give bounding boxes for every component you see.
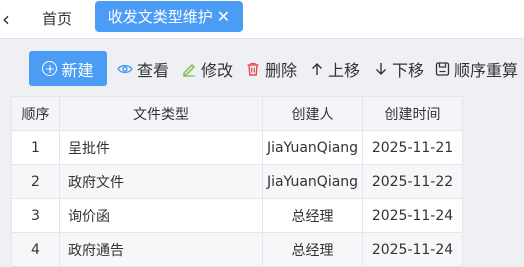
tab-document-type-maintenance[interactable]: 收发文类型维护 ✕ bbox=[95, 1, 243, 32]
table-header-row: 顺序 文件类型 创建人 创建时间 bbox=[11, 96, 463, 131]
tab-home[interactable]: 首页 bbox=[28, 3, 86, 33]
new-button-label: 新建 bbox=[61, 60, 94, 80]
cell-file-type: 呈批件 bbox=[59, 130, 263, 165]
header-order[interactable]: 顺序 bbox=[11, 96, 60, 131]
header-created-time[interactable]: 创建时间 bbox=[362, 96, 463, 131]
cell-order: 4 bbox=[11, 232, 60, 267]
cell-file-type: 政府文件 bbox=[59, 164, 263, 199]
view-button-label: 查看 bbox=[137, 60, 170, 80]
arrow-up-icon bbox=[312, 62, 322, 75]
toolbar: + 新建 查看 修改 删除 上移 下移 顺序重算 bbox=[0, 51, 524, 87]
view-button[interactable]: 查看 bbox=[117, 51, 169, 86]
cell-file-type: 询价函 bbox=[59, 198, 263, 233]
close-icon[interactable]: ✕ bbox=[217, 8, 230, 25]
cell-created-time: 2025-11-21 bbox=[362, 130, 463, 165]
plus-circle-icon: + bbox=[42, 61, 58, 76]
tab-bar: ‹ 首页 收发文类型维护 ✕ bbox=[0, 0, 524, 39]
save-box-icon bbox=[435, 61, 450, 76]
eye-icon bbox=[117, 64, 133, 73]
edit-button[interactable]: 修改 bbox=[181, 51, 233, 86]
move-down-button[interactable]: 下移 bbox=[374, 51, 424, 86]
cell-created-time: 2025-11-24 bbox=[362, 232, 463, 267]
cell-created-time: 2025-11-22 bbox=[362, 164, 463, 199]
cell-order: 2 bbox=[11, 164, 60, 199]
cell-creator: 总经理 bbox=[262, 198, 363, 233]
cell-creator: JiaYuanQiang bbox=[262, 164, 363, 199]
cell-order: 3 bbox=[11, 198, 60, 233]
table-row[interactable]: 3 询价函 总经理 2025-11-24 bbox=[11, 198, 463, 233]
table-row[interactable]: 1 呈批件 JiaYuanQiang 2025-11-21 bbox=[11, 130, 463, 165]
document-type-table: 顺序 文件类型 创建人 创建时间 1 呈批件 JiaYuanQiang 2025… bbox=[11, 96, 463, 267]
main-content: + 新建 查看 修改 删除 上移 下移 顺序重算 顺序 文件类型 创建人 创建时… bbox=[0, 39, 524, 267]
header-creator[interactable]: 创建人 bbox=[262, 96, 363, 131]
arrow-down-icon bbox=[376, 62, 386, 75]
new-button[interactable]: + 新建 bbox=[29, 51, 107, 86]
trash-icon bbox=[247, 62, 259, 76]
cell-order: 1 bbox=[11, 130, 60, 165]
header-file-type[interactable]: 文件类型 bbox=[59, 96, 263, 131]
pencil-icon bbox=[183, 63, 195, 77]
back-chevron-icon[interactable]: ‹ bbox=[0, 8, 12, 30]
reorder-button-label: 顺序重算 bbox=[454, 60, 519, 80]
cell-created-time: 2025-11-24 bbox=[362, 198, 463, 233]
move-down-button-label: 下移 bbox=[392, 60, 425, 80]
delete-button[interactable]: 删除 bbox=[245, 51, 297, 86]
tab-label: 收发文类型维护 bbox=[107, 8, 213, 26]
table-row[interactable]: 2 政府文件 JiaYuanQiang 2025-11-22 bbox=[11, 164, 463, 199]
move-up-button[interactable]: 上移 bbox=[310, 51, 360, 86]
reorder-button[interactable]: 顺序重算 bbox=[435, 51, 518, 86]
cell-creator: JiaYuanQiang bbox=[262, 130, 363, 165]
table-row[interactable]: 4 政府通告 总经理 2025-11-24 bbox=[11, 232, 463, 267]
delete-button-label: 删除 bbox=[265, 60, 298, 80]
edit-button-label: 修改 bbox=[201, 60, 234, 80]
move-up-button-label: 上移 bbox=[328, 60, 361, 80]
cell-creator: 总经理 bbox=[262, 232, 363, 267]
cell-file-type: 政府通告 bbox=[59, 232, 263, 267]
